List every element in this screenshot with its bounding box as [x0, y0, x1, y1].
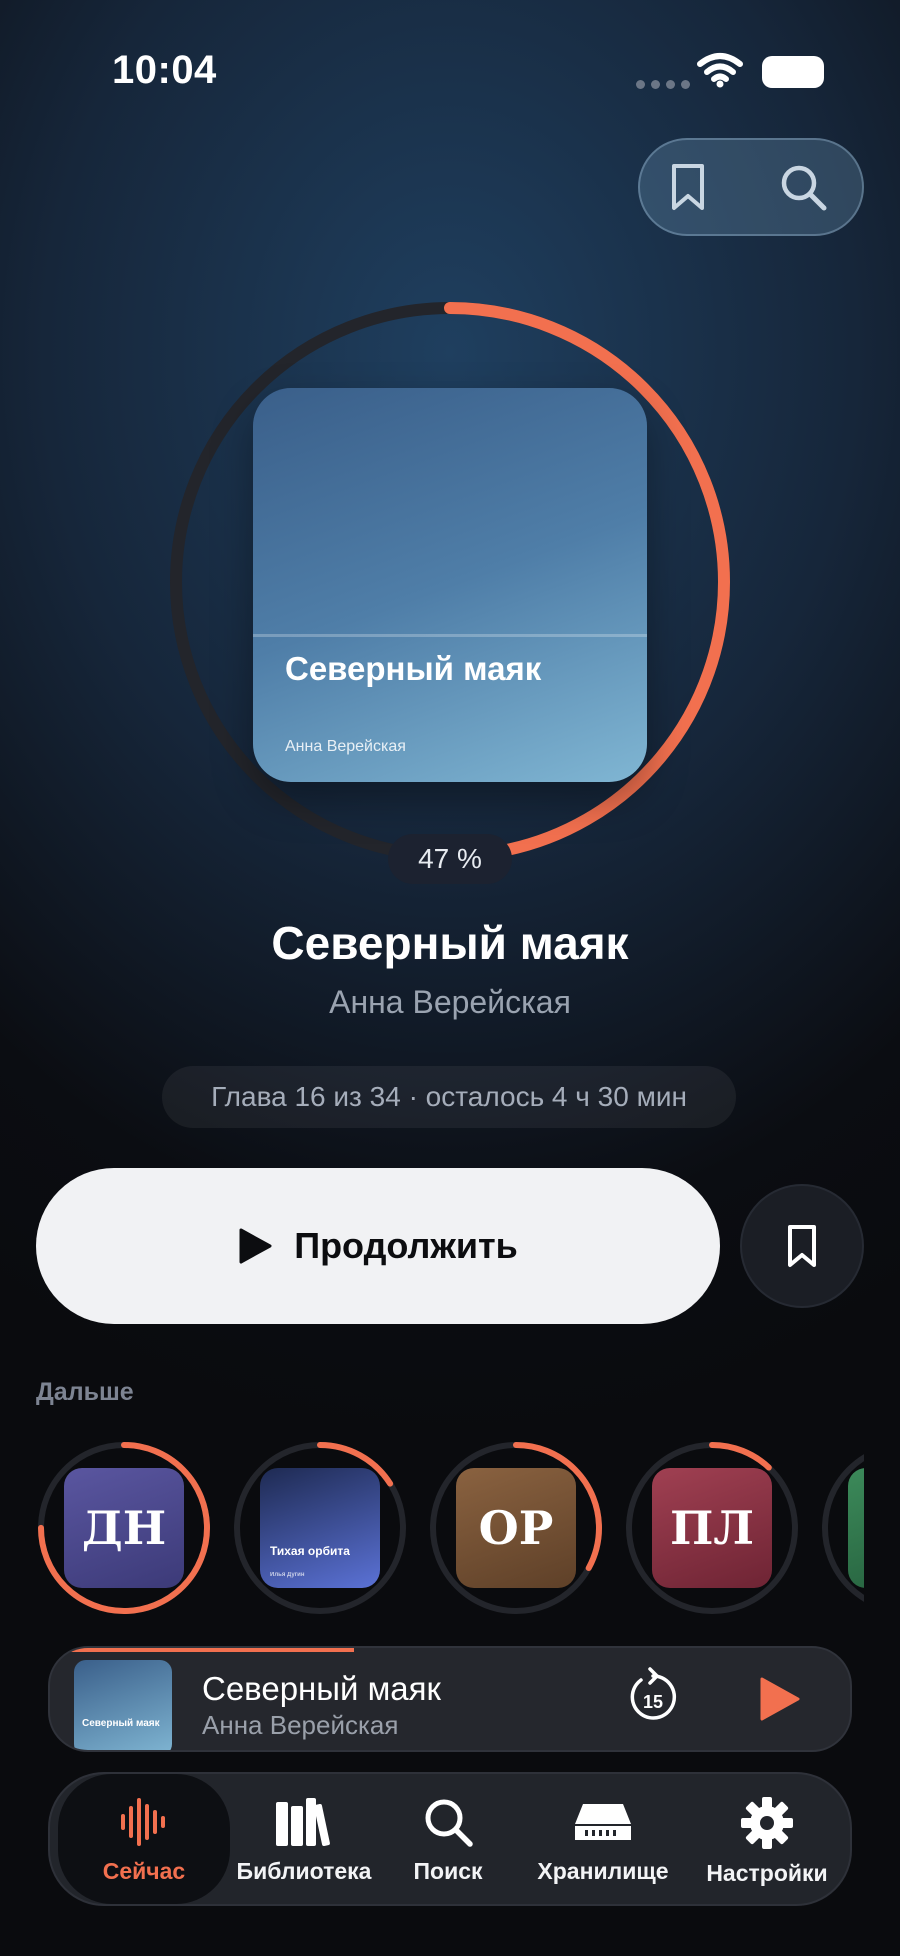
waveform-icon: [121, 1798, 165, 1846]
tab-label: Сейчас: [102, 1858, 186, 1884]
queue-item[interactable]: Тихая орбита Илья Дугин: [232, 1440, 408, 1616]
continue-label: Продолжить: [294, 1225, 518, 1266]
queue-item-partial[interactable]: [820, 1440, 864, 1616]
chapter-info: Глава 16 из 34 · осталось 4 ч 30 мин: [162, 1066, 736, 1128]
tab-storage[interactable]: Хранилище: [518, 1774, 688, 1904]
queue-initials: ДН: [81, 1501, 167, 1555]
book-cover[interactable]: Северный маяк Анна Верейская: [253, 388, 647, 782]
mini-title: Северный маяк: [202, 1670, 441, 1707]
queue-cover: Тихая орбита Илья Дугин: [260, 1468, 380, 1588]
progress-percent: 47 %: [388, 834, 512, 884]
tab-library[interactable]: Библиотека: [230, 1774, 378, 1904]
status-time: 10:04: [112, 48, 217, 92]
search-icon[interactable]: [778, 162, 828, 212]
books-icon: [276, 1798, 330, 1847]
gear-icon: [741, 1797, 793, 1849]
queue-cover: ДН: [64, 1468, 184, 1588]
tab-now[interactable]: Сейчас: [58, 1774, 230, 1904]
cover-divider: [253, 634, 647, 637]
cover-author: Анна Верейская: [285, 738, 406, 755]
queue-cover: ОР: [456, 1468, 576, 1588]
queue-initials: ОР: [478, 1501, 554, 1555]
queue-cover-author: Илья Дугин: [270, 1572, 305, 1578]
skip-back-15-icon[interactable]: 15: [626, 1666, 680, 1726]
signal-dots-icon: [636, 80, 690, 89]
book-author: Анна Верейская: [329, 984, 571, 1020]
wifi-icon: [697, 53, 743, 88]
queue-item[interactable]: ДН: [36, 1440, 212, 1616]
tab-label: Поиск: [413, 1858, 483, 1884]
queue-cover: ПЛ: [652, 1468, 772, 1588]
book-title: Северный маяк: [271, 917, 629, 969]
search-icon: [425, 1799, 473, 1847]
play-icon: [239, 1228, 272, 1264]
queue-item[interactable]: ПЛ: [624, 1440, 800, 1616]
mini-cover: Северный маяк: [74, 1660, 172, 1750]
queue-item[interactable]: ОР: [428, 1440, 604, 1616]
mini-progress-bar: [50, 1648, 354, 1652]
queue-cover: [848, 1468, 864, 1588]
tab-label: Настройки: [706, 1860, 828, 1886]
mini-author: Анна Верейская: [202, 1710, 399, 1740]
tab-label: Хранилище: [537, 1858, 669, 1884]
bookmark-icon: [788, 1225, 816, 1267]
mini-player[interactable]: Северный маяк Северный маяк Анна Верейск…: [48, 1646, 852, 1752]
top-actions-pill: [638, 138, 864, 236]
bookmark-icon[interactable]: [670, 162, 706, 212]
add-bookmark-button[interactable]: [740, 1184, 864, 1308]
tab-bar: Сейчас Библиотека Поиск Хранилище Настро…: [48, 1772, 852, 1906]
cover-title: Северный маяк: [285, 650, 542, 687]
mini-cover-title: Северный маяк: [82, 1718, 160, 1729]
queue-list: ДН Тихая орбита Илья Дугин ОР ПЛ: [36, 1440, 864, 1618]
queue-heading: Дальше: [36, 1378, 134, 1406]
queue-initials: ПЛ: [669, 1501, 755, 1555]
play-icon[interactable]: [758, 1676, 802, 1722]
skip-label: 15: [643, 1692, 663, 1712]
storage-icon: [575, 1804, 631, 1840]
battery-icon: [762, 56, 824, 88]
tab-search[interactable]: Поиск: [378, 1774, 518, 1904]
continue-button[interactable]: Продолжить: [36, 1168, 720, 1324]
tab-settings[interactable]: Настройки: [688, 1774, 846, 1904]
tab-label: Библиотека: [236, 1858, 372, 1884]
queue-cover-title: Тихая орбита: [270, 1544, 350, 1558]
